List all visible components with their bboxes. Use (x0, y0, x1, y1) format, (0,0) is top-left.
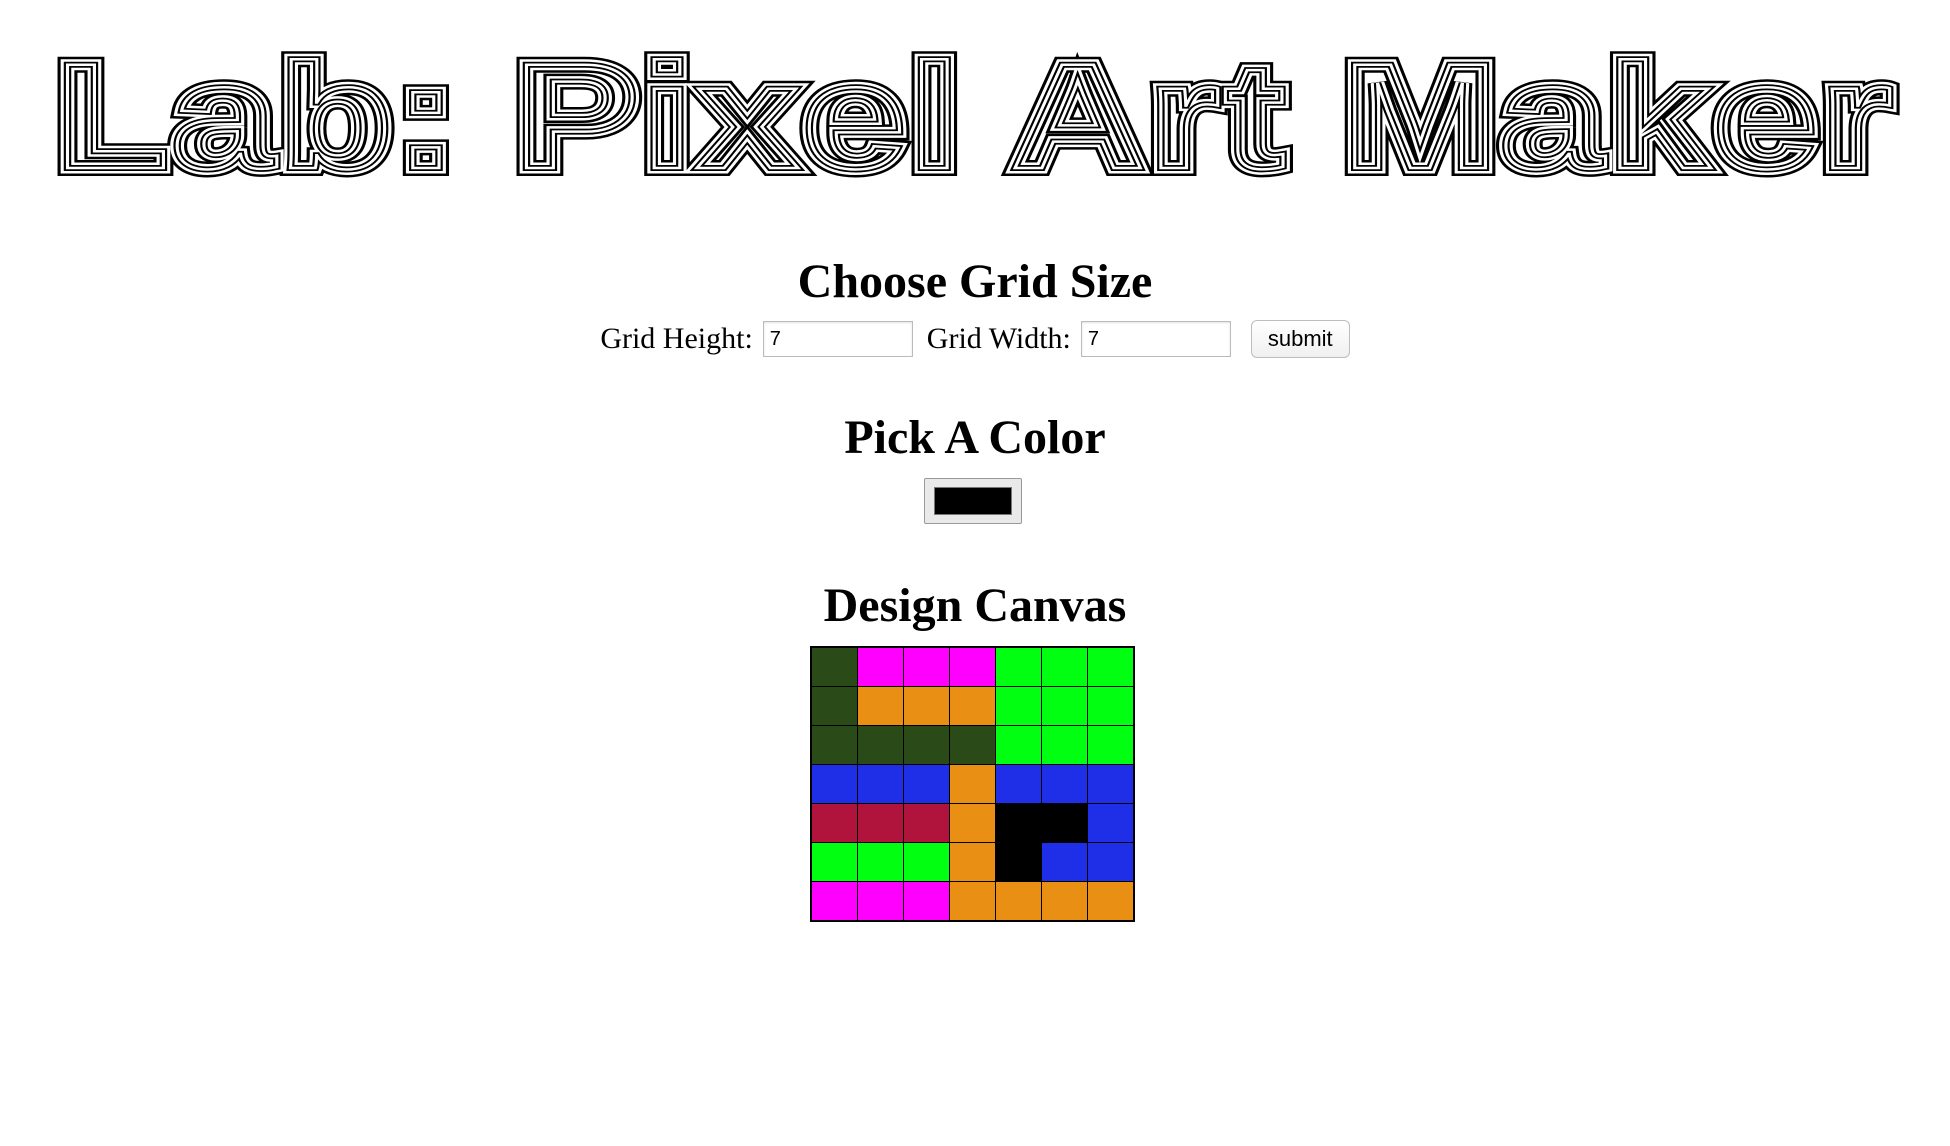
canvas-cell[interactable] (810, 842, 858, 882)
canvas-row (810, 686, 1135, 726)
page-title-banner: Lab: Pixel Art Maker Lab: Pixel Art Make… (0, 30, 1950, 190)
canvas-cell[interactable] (857, 764, 904, 804)
canvas-heading: Design Canvas (823, 579, 1127, 632)
canvas-cell[interactable] (1087, 881, 1135, 922)
canvas-cell[interactable] (903, 646, 950, 687)
canvas-row (810, 803, 1135, 843)
canvas-cell[interactable] (1087, 725, 1135, 765)
page-title-graphic: Lab: Pixel Art Maker Lab: Pixel Art Make… (47, 30, 1901, 190)
canvas-cell[interactable] (995, 725, 1042, 765)
canvas-cell[interactable] (810, 881, 858, 922)
canvas-cell[interactable] (903, 803, 950, 843)
canvas-row (810, 764, 1135, 804)
canvas-cell[interactable] (949, 646, 996, 687)
grid-size-heading: Choose Grid Size (797, 255, 1153, 308)
canvas-cell[interactable] (810, 764, 858, 804)
canvas-cell[interactable] (857, 646, 904, 687)
canvas-cell[interactable] (1041, 764, 1088, 804)
canvas-cell[interactable] (903, 686, 950, 726)
page-title: Lab: Pixel Art Maker (55, 32, 1895, 190)
canvas-cell[interactable] (1087, 842, 1135, 882)
size-picker-form: Grid Height: Grid Width: submit (0, 320, 1950, 358)
canvas-row (810, 842, 1135, 882)
canvas-cell[interactable] (810, 725, 858, 765)
canvas-cell[interactable] (857, 881, 904, 922)
grid-width-input[interactable] (1080, 321, 1231, 357)
color-picker[interactable] (924, 478, 1022, 524)
canvas-row (810, 646, 1135, 687)
grid-width-label: Grid Width: (926, 322, 1071, 355)
canvas-cell[interactable] (1087, 764, 1135, 804)
canvas-cell[interactable] (949, 764, 996, 804)
canvas-cell[interactable] (1087, 646, 1135, 687)
pixel-canvas (810, 646, 1135, 922)
canvas-cell[interactable] (1087, 803, 1135, 843)
canvas-cell[interactable] (1041, 686, 1088, 726)
canvas-cell[interactable] (949, 842, 996, 882)
canvas-cell[interactable] (810, 686, 858, 726)
canvas-cell[interactable] (903, 881, 950, 922)
canvas-cell[interactable] (995, 842, 1042, 882)
canvas-cell[interactable] (1041, 803, 1088, 843)
canvas-cell[interactable] (1041, 881, 1088, 922)
canvas-cell[interactable] (995, 803, 1042, 843)
canvas-cell[interactable] (1041, 646, 1088, 687)
canvas-cell[interactable] (857, 842, 904, 882)
canvas-cell[interactable] (1041, 842, 1088, 882)
canvas-cell[interactable] (903, 842, 950, 882)
submit-button[interactable]: submit (1250, 320, 1350, 358)
canvas-row (810, 881, 1135, 922)
canvas-cell[interactable] (857, 803, 904, 843)
canvas-cell[interactable] (995, 646, 1042, 687)
canvas-cell[interactable] (949, 803, 996, 843)
canvas-cell[interactable] (995, 881, 1042, 922)
canvas-cell[interactable] (810, 646, 858, 687)
canvas-cell[interactable] (810, 803, 858, 843)
canvas-cell[interactable] (995, 686, 1042, 726)
canvas-cell[interactable] (903, 725, 950, 765)
canvas-cell[interactable] (995, 764, 1042, 804)
color-swatch (934, 487, 1012, 515)
canvas-cell[interactable] (857, 725, 904, 765)
canvas-cell[interactable] (949, 881, 996, 922)
canvas-cell[interactable] (1041, 725, 1088, 765)
canvas-cell[interactable] (949, 686, 996, 726)
grid-height-input[interactable] (762, 321, 913, 357)
canvas-cell[interactable] (949, 725, 996, 765)
color-heading: Pick A Color (844, 411, 1106, 464)
canvas-cell[interactable] (1087, 686, 1135, 726)
grid-height-label: Grid Height: (600, 322, 753, 355)
canvas-cell[interactable] (857, 686, 904, 726)
canvas-cell[interactable] (903, 764, 950, 804)
canvas-row (810, 725, 1135, 765)
